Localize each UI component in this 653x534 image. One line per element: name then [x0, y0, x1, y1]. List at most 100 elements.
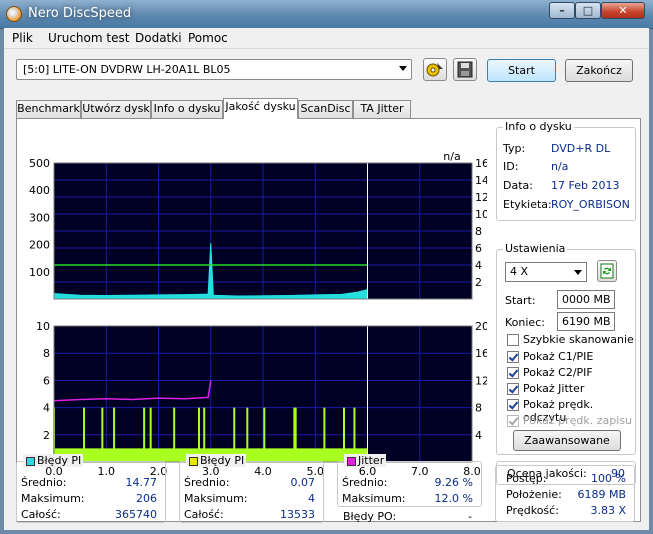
position-value: 6189 MB: [577, 488, 626, 501]
show-c1-pie-label: Pokaż C1/PIE: [523, 350, 594, 363]
show-jitter-label: Pokaż Jitter: [523, 382, 585, 395]
pi-errors-chart: 0.01.02.03.04.05.06.07.08.02468101214161…: [29, 150, 487, 303]
y-left-tick-label: 200: [29, 239, 50, 252]
jitter-avg-value: 9.26 %: [434, 476, 473, 489]
chart-corner-label: n/a: [443, 150, 460, 163]
y-left-tick-label: 500: [29, 157, 50, 170]
show-c2-pif-checkbox[interactable]: [507, 367, 519, 379]
exit-button[interactable]: Zakończ: [565, 59, 633, 82]
tab-scandisc[interactable]: ScanDisc: [298, 100, 353, 118]
pi-legend-swatch: [26, 457, 35, 466]
y-right-tick-label: 12: [475, 374, 487, 387]
position-label: Położenie:: [506, 488, 562, 501]
minimize-button[interactable]: –: [549, 2, 575, 19]
speed-select-value: 4 X: [510, 265, 529, 278]
y-right-tick-label: 14: [475, 174, 487, 187]
settings-group: Ustawienia 4 X Start: 0000 MB Koniec: 61…: [496, 242, 636, 455]
y-right-tick-label: 12: [475, 191, 487, 204]
pi-avg-label: Średnio:: [21, 476, 67, 489]
end-range-field[interactable]: 6190 MB: [557, 312, 615, 331]
tab-benchmark[interactable]: Benchmark: [16, 100, 81, 118]
pi-total-label: Całość:: [21, 508, 61, 521]
y-left-tick-label: 6: [43, 374, 50, 387]
show-c2-pif-label: Pokaż C2/PIF: [523, 366, 593, 379]
show-jitter-checkbox[interactable]: [507, 383, 519, 395]
close-button[interactable]: ✕: [601, 2, 645, 19]
settings-title: Ustawienia: [503, 242, 568, 255]
progress-value: 100 %: [591, 472, 626, 485]
progress-group: Postęp: 100 % Położenie: 6189 MB Prędkoś…: [495, 465, 635, 522]
drive-select[interactable]: [5:0] LITE-ON DVDRW LH-20A1L BL05: [16, 59, 412, 80]
maximize-button[interactable]: □: [575, 2, 601, 19]
refresh-icon: [600, 263, 614, 279]
y-right-tick-label: 6: [475, 242, 482, 255]
disc-type-value: DVD+R DL: [551, 142, 611, 155]
y-left-tick-label: 300: [29, 211, 50, 224]
chevron-down-icon: [574, 270, 582, 275]
start-button[interactable]: Start: [487, 59, 556, 82]
eject-button[interactable]: [423, 58, 447, 81]
app-client-area: Plik Uruchom test Dodatki Pomoc [5:0] LI…: [4, 28, 649, 530]
pif-max-label: Maksimum:: [184, 492, 248, 505]
y-right-tick-label: 4: [475, 429, 482, 442]
quick-scan-checkbox[interactable]: [507, 334, 519, 346]
y-left-tick-label: 100: [29, 266, 50, 279]
tab-info-o-dysku[interactable]: Info o dysku: [151, 100, 223, 118]
menu-dodatki[interactable]: Dodatki: [135, 31, 182, 45]
pif-total-label: Całość:: [184, 508, 224, 521]
pif-avg-value: 0.07: [290, 476, 316, 489]
menu-plik[interactable]: Plik: [12, 31, 33, 45]
end-range-label: Koniec:: [505, 316, 545, 329]
y-left-tick-label: 8: [43, 347, 50, 360]
y-right-tick-label: 20: [475, 320, 487, 333]
show-write-speed-checkbox[interactable]: [507, 415, 519, 427]
pi-stats-group: Błędy PI Średnio: 14.77 Maksimum: 206 Ca…: [16, 454, 166, 523]
speed-value: 3.83 X: [590, 504, 626, 517]
po-errors-value: -: [468, 510, 472, 523]
title-bar: Nero DiscSpeed – □ ✕: [0, 0, 653, 29]
menu-pomoc[interactable]: Pomoc: [188, 31, 228, 45]
y-left-tick-label: 2: [43, 429, 50, 442]
disc-info-title: Info o dysku: [503, 120, 574, 133]
pi-avg-value: 14.77: [125, 476, 158, 489]
show-c1-pie-checkbox[interactable]: [507, 351, 519, 363]
advanced-button[interactable]: Zaawansowane: [513, 430, 621, 451]
y-right-tick-label: 8: [475, 402, 482, 415]
speed-label: Prędkość:: [506, 504, 559, 517]
menu-uruchom-test[interactable]: Uruchom test: [48, 31, 129, 45]
po-errors-label: Błędy PO:: [343, 510, 397, 523]
y-right-tick-label: 16: [475, 157, 487, 170]
disc-label-value: ROY_ORBISON: [551, 198, 630, 211]
y-left-tick-label: 4: [43, 402, 50, 415]
jitter-legend-swatch: [347, 457, 356, 466]
tab-ta-jitter[interactable]: TA Jitter: [353, 100, 411, 118]
show-read-speed-checkbox[interactable]: [507, 399, 519, 411]
save-button[interactable]: [453, 58, 477, 81]
pi-max-value: 206: [136, 492, 157, 505]
disc-label-label: Etykieta:: [503, 198, 552, 211]
y-right-tick-label: 8: [475, 225, 482, 238]
pif-avg-label: Średnio:: [184, 476, 230, 489]
start-range-field[interactable]: 0000 MB: [557, 290, 615, 309]
chevron-down-icon: [399, 66, 407, 71]
tab-utworz-dysk[interactable]: Utwórz dysk: [81, 100, 151, 118]
y-right-tick-label: 4: [475, 259, 482, 272]
show-write-speed-label: Pokaż prędk. zapisu: [523, 414, 633, 427]
eject-icon: [426, 63, 443, 77]
jitter-max-value: 12.0 %: [434, 492, 473, 505]
disc-date-label: Data:: [503, 179, 533, 192]
refresh-button[interactable]: [597, 260, 617, 282]
jitter-max-label: Maksimum:: [342, 492, 406, 505]
speed-select[interactable]: 4 X: [505, 262, 587, 282]
jitter-avg-label: Średnio:: [342, 476, 388, 489]
y-left-tick-label: 400: [29, 184, 50, 197]
y-left-tick-label: 10: [36, 320, 50, 333]
pif-total-value: 13533: [280, 508, 315, 521]
tab-jakosc-dysku[interactable]: Jakość dysku: [223, 98, 298, 119]
progress-label: Postęp:: [506, 472, 547, 485]
disc-type-label: Typ:: [503, 142, 526, 155]
pif-max-value: 4: [308, 492, 315, 505]
disc-info-group: Info o dysku Typ: DVD+R DL ID: n/a Data:…: [496, 120, 636, 221]
pif-legend-swatch: [189, 457, 198, 466]
jitter-stats-group: Jitter Średnio: 9.26 % Maksimum: 12.0 %: [337, 454, 482, 507]
